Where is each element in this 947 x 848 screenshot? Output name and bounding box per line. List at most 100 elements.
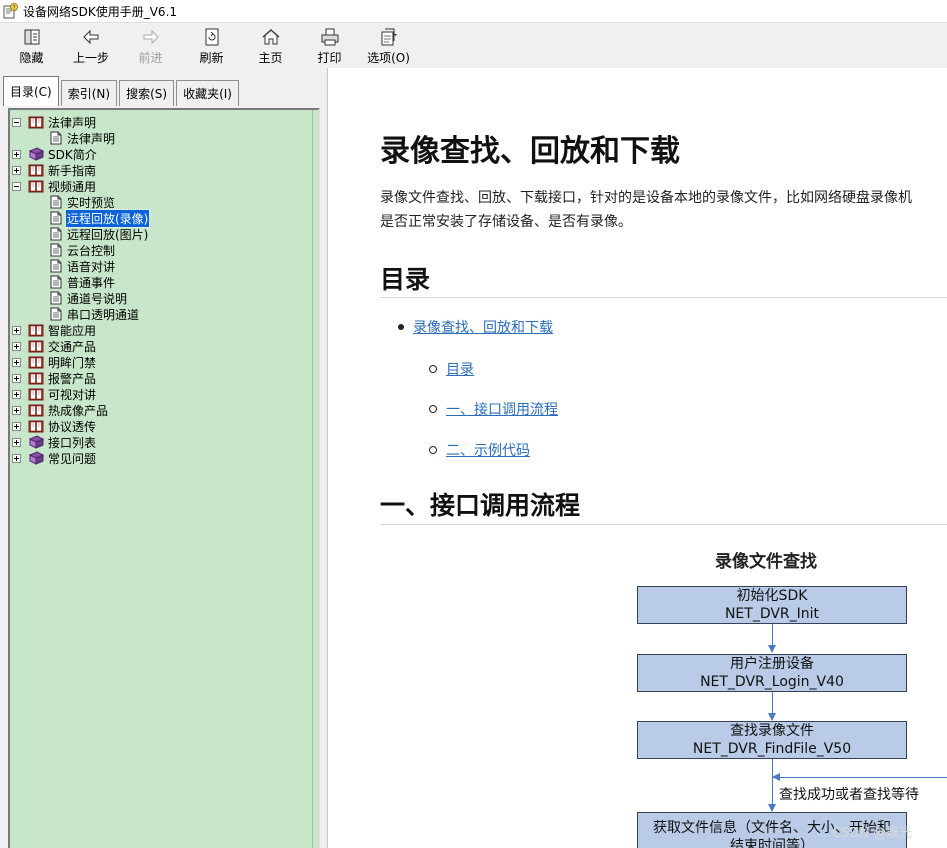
tree-node-label: 法律声明	[48, 115, 97, 130]
tree-node-label: 远程回放(录像)	[64, 208, 151, 228]
article-title: 录像查找、回放和下载	[380, 134, 680, 169]
topic-page-icon	[50, 211, 62, 225]
forward-button[interactable]: 前进	[123, 23, 178, 67]
expand-icon[interactable]	[12, 453, 21, 463]
flow-step-text: 查找录像文件	[730, 723, 814, 739]
tree-node[interactable]: 明眸门禁	[12, 354, 97, 370]
topic-page-icon	[50, 307, 62, 321]
tree-node[interactable]: 协议透传	[12, 418, 97, 434]
tree-node[interactable]: 语音对讲	[50, 258, 116, 274]
open-book-icon	[28, 387, 44, 401]
topic-page-icon	[50, 131, 62, 145]
flow-step-findfile: 查找录像文件 NET_DVR_FindFile_V50	[637, 721, 907, 759]
content-pane[interactable]: 录像查找、回放和下载 录像文件查找、回放、下载接口，针对的是设备本地的录像文件，…	[335, 68, 947, 848]
section1-divider	[380, 524, 947, 525]
expand-icon[interactable]	[12, 373, 21, 383]
tree-node[interactable]: 实时预览	[50, 194, 116, 210]
home-button[interactable]: 主页	[243, 23, 298, 67]
watermark: CSDN @晨光	[832, 826, 913, 841]
section1-heading: 一、接口调用流程	[380, 491, 581, 520]
tree-node-label: 智能应用	[48, 323, 97, 338]
expand-icon[interactable]	[12, 325, 21, 335]
expand-icon[interactable]	[12, 357, 21, 367]
toolbar: 隐藏 上一步 前进 刷新 主页 打印 选项(O)	[0, 22, 947, 68]
toc-link-top[interactable]: 录像查找、回放和下载	[413, 317, 553, 337]
tree-node[interactable]: 远程回放(录像)	[50, 208, 151, 228]
print-button[interactable]: 打印	[302, 23, 357, 67]
tree-node[interactable]: 法律声明	[50, 130, 116, 146]
tree-node[interactable]: 接口列表	[12, 434, 97, 450]
open-book-icon	[28, 179, 44, 193]
tree-node[interactable]: 云台控制	[50, 242, 116, 258]
tab-favorites[interactable]: 收藏夹(I)	[176, 80, 239, 106]
flow-arrowhead	[768, 645, 776, 653]
expand-icon[interactable]	[12, 165, 21, 175]
tab-contents[interactable]: 目录(C)	[3, 76, 59, 106]
expand-icon[interactable]	[12, 437, 21, 447]
contents-tree[interactable]: 法律声明 法律声明 SDK简介 新手指南 视频通用 实时预览 远程回放(录像) 远程回放(图片…	[8, 108, 320, 848]
tree-node-label: 通道号说明	[67, 291, 128, 306]
home-button-label: 主页	[258, 51, 283, 65]
tree-node-label: 接口列表	[48, 435, 97, 450]
closed-book-icon	[28, 435, 45, 449]
toc-link-section2[interactable]: 二、示例代码	[446, 440, 530, 460]
flow-arrowhead	[768, 713, 776, 721]
open-book-icon	[28, 115, 44, 129]
tree-node-label: 实时预览	[67, 195, 116, 210]
flow-step-login: 用户注册设备 NET_DVR_Login_V40	[637, 654, 907, 692]
tree-node-label: 普通事件	[67, 275, 116, 290]
toc-subbullet	[429, 365, 437, 373]
refresh-button[interactable]: 刷新	[184, 23, 239, 67]
tab-index[interactable]: 索引(N)	[60, 80, 118, 106]
flow-step-text: 用户注册设备	[730, 656, 814, 672]
tree-node-label: 语音对讲	[67, 259, 116, 274]
navigation-pane: 目录(C) 索引(N) 搜索(S) 收藏夹(I) 法律声明 法律声明 SDK简介 新手…	[0, 68, 328, 848]
open-book-icon	[28, 323, 44, 337]
tree-node[interactable]: 热成像产品	[12, 402, 109, 418]
expand-icon[interactable]	[12, 149, 21, 159]
tree-node[interactable]: 新手指南	[12, 162, 97, 178]
topic-page-icon	[50, 227, 62, 241]
tree-node[interactable]: SDK简介	[12, 146, 98, 162]
tab-search[interactable]: 搜索(S)	[119, 80, 175, 106]
open-book-icon	[28, 371, 44, 385]
hide-button[interactable]: 隐藏	[4, 23, 59, 67]
tree-node[interactable]: 智能应用	[12, 322, 97, 338]
open-book-icon	[28, 403, 44, 417]
forward-arrow-icon	[141, 27, 161, 47]
topic-page-icon	[50, 291, 62, 305]
open-book-icon	[28, 339, 44, 353]
help-file-icon: ?	[2, 3, 18, 19]
options-button[interactable]: 选项(O)	[361, 23, 416, 67]
flow-arrow	[772, 692, 773, 714]
flow-arrow	[772, 624, 773, 646]
tree-node-label: 串口透明通道	[67, 307, 140, 322]
title-bar: ? 设备网络SDK使用手册_V6.1	[0, 0, 947, 22]
expand-icon[interactable]	[12, 341, 21, 351]
flow-step-func: NET_DVR_FindFile_V50	[692, 741, 852, 757]
expand-icon[interactable]	[12, 405, 21, 415]
back-button[interactable]: 上一步	[59, 23, 123, 67]
tree-node[interactable]: 视频通用	[12, 178, 97, 194]
home-icon	[261, 27, 281, 47]
collapse-icon[interactable]	[12, 117, 21, 127]
toc-link-section1[interactable]: 一、接口调用流程	[446, 399, 558, 419]
open-book-icon	[28, 355, 44, 369]
flow-loop-line	[772, 777, 947, 778]
tree-node[interactable]: 普通事件	[50, 274, 116, 290]
topic-page-icon	[50, 259, 62, 273]
tree-node[interactable]: 常见问题	[12, 450, 97, 466]
print-icon	[320, 27, 340, 47]
tree-node[interactable]: 报警产品	[12, 370, 97, 386]
expand-icon[interactable]	[12, 421, 21, 431]
collapse-icon[interactable]	[12, 181, 21, 191]
tree-node[interactable]: 通道号说明	[50, 290, 128, 306]
tree-node[interactable]: 法律声明	[12, 114, 97, 130]
tree-node-label: 视频通用	[48, 179, 97, 194]
toc-link-contents[interactable]: 目录	[446, 359, 474, 379]
tree-node[interactable]: 可视对讲	[12, 386, 97, 402]
tree-node[interactable]: 远程回放(图片)	[50, 226, 149, 242]
tree-node[interactable]: 交通产品	[12, 338, 97, 354]
tree-node[interactable]: 串口透明通道	[50, 306, 140, 322]
expand-icon[interactable]	[12, 389, 21, 399]
